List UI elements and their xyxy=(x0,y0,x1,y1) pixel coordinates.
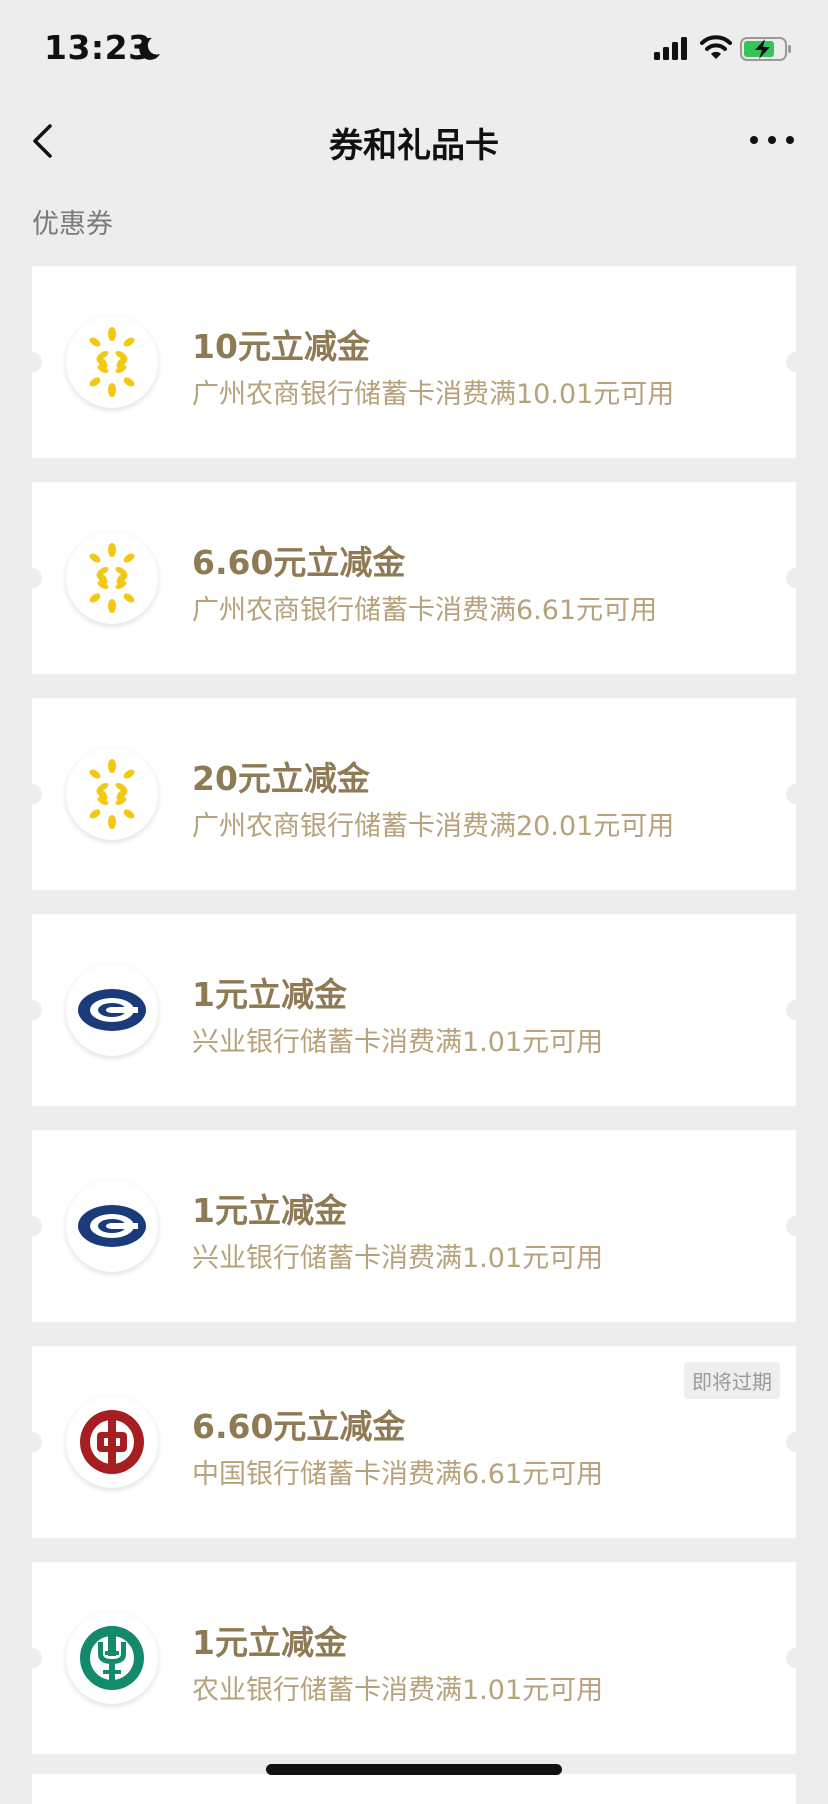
grcb-logo-icon xyxy=(66,748,158,840)
battery-charging-icon xyxy=(740,36,794,66)
more-options-button[interactable] xyxy=(746,120,798,160)
coupon-title: 1元立减金 xyxy=(192,1191,347,1230)
coupon-condition: 农业银行储蓄卡消费满1.01元可用 xyxy=(192,1675,604,1706)
coupon-title: 6.60元立减金 xyxy=(192,1407,406,1446)
cib-logo-icon xyxy=(66,964,158,1056)
boc-logo-icon xyxy=(66,1396,158,1488)
ticket-notch xyxy=(786,568,806,588)
coupon-card[interactable]: 即将过期 6.60元立减金 中国银行储蓄卡消费满6.61元可用 xyxy=(22,1346,806,1538)
ticket-notch xyxy=(22,1648,42,1668)
moon-icon xyxy=(136,36,162,66)
grcb-logo-icon xyxy=(66,316,158,408)
coupon-card[interactable]: 6.60元立减金 广州农商银行储蓄卡消费满6.61元可用 xyxy=(22,482,806,674)
wifi-icon xyxy=(700,34,732,66)
coupon-title: 1元立减金 xyxy=(192,975,347,1014)
ticket-notch xyxy=(786,1648,806,1668)
ticket-notch xyxy=(22,1216,42,1236)
coupon-card[interactable]: 1元立减金 农业银行储蓄卡消费满1.01元可用 xyxy=(22,1562,806,1754)
grcb-logo-icon xyxy=(66,532,158,624)
abc-logo-icon xyxy=(66,1612,158,1704)
coupon-condition: 广州农商银行储蓄卡消费满20.01元可用 xyxy=(192,811,675,842)
coupon-title: 20元立减金 xyxy=(192,759,370,798)
coupon-title: 6.60元立减金 xyxy=(192,543,406,582)
ticket-notch xyxy=(786,1000,806,1020)
ticket-notch xyxy=(22,1432,42,1452)
coupon-condition: 广州农商银行储蓄卡消费满10.01元可用 xyxy=(192,379,675,410)
ticket-notch xyxy=(786,1216,806,1236)
coupon-card[interactable]: 20元立减金 广州农商银行储蓄卡消费满20.01元可用 xyxy=(22,698,806,890)
nav-bar: 券和礼品卡 xyxy=(0,96,828,186)
coupon-title: 1元立减金 xyxy=(192,1623,347,1662)
coupon-card-partial[interactable] xyxy=(32,1774,796,1804)
coupon-card[interactable]: 1元立减金 兴业银行储蓄卡消费满1.01元可用 xyxy=(22,914,806,1106)
home-indicator[interactable] xyxy=(266,1764,562,1775)
cib-logo-icon xyxy=(66,1180,158,1272)
coupon-card[interactable]: 1元立减金 兴业银行储蓄卡消费满1.01元可用 xyxy=(22,1130,806,1322)
ticket-notch xyxy=(22,352,42,372)
ticket-notch xyxy=(786,1432,806,1452)
coupon-condition: 广州农商银行储蓄卡消费满6.61元可用 xyxy=(192,595,658,626)
ticket-notch xyxy=(786,784,806,804)
status-bar: 13:23 xyxy=(0,0,828,96)
coupon-condition: 兴业银行储蓄卡消费满1.01元可用 xyxy=(192,1243,604,1274)
ticket-notch xyxy=(22,1000,42,1020)
ticket-notch xyxy=(22,568,42,588)
coupon-condition: 中国银行储蓄卡消费满6.61元可用 xyxy=(192,1459,604,1490)
page-title: 券和礼品卡 xyxy=(329,126,499,166)
section-label-coupons: 优惠券 xyxy=(32,209,113,240)
coupon-title: 10元立减金 xyxy=(192,327,370,366)
ticket-notch xyxy=(786,352,806,372)
coupon-card[interactable]: 10元立减金 广州农商银行储蓄卡消费满10.01元可用 xyxy=(22,266,806,458)
ticket-notch xyxy=(22,784,42,804)
cellular-signal-icon xyxy=(654,36,690,66)
expiring-soon-badge: 即将过期 xyxy=(684,1362,780,1399)
coupon-condition: 兴业银行储蓄卡消费满1.01元可用 xyxy=(192,1027,604,1058)
